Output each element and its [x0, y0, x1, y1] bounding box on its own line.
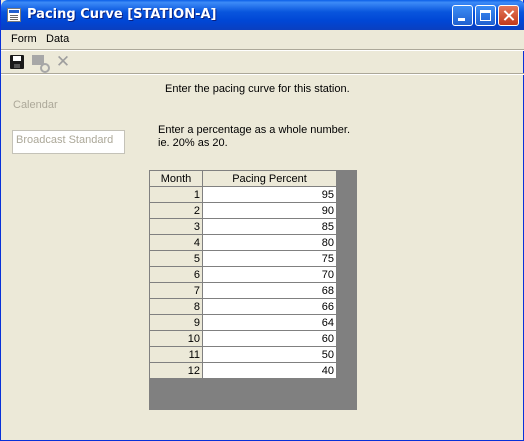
table-row: 9 64 [149, 314, 337, 331]
menu-form[interactable]: Form [11, 33, 37, 45]
pacing-percent-cell[interactable]: 85 [202, 218, 337, 235]
month-cell: 2 [149, 202, 203, 219]
menu-data[interactable]: Data [46, 33, 69, 45]
column-header-month[interactable]: Month [149, 170, 203, 187]
pacing-percent-cell[interactable]: 64 [202, 314, 337, 331]
table-row: 7 68 [149, 282, 337, 299]
pacing-percent-cell[interactable]: 70 [202, 266, 337, 283]
pacing-percent-cell[interactable]: 95 [202, 186, 337, 203]
table-header-row: Month Pacing Percent [149, 170, 337, 187]
format-hint-line1: Enter a percentage as a whole number. [158, 124, 351, 136]
pacing-percent-cell[interactable]: 50 [202, 346, 337, 363]
column-header-pacing-percent[interactable]: Pacing Percent [202, 170, 337, 187]
month-cell: 9 [149, 314, 203, 331]
table-row: 4 80 [149, 234, 337, 251]
edit-icon [32, 55, 50, 73]
table-row: 11 50 [149, 346, 337, 363]
title-bar[interactable]: Pacing Curve [STATION-A] [1, 0, 524, 30]
pacing-percent-cell[interactable]: 40 [202, 362, 337, 379]
pacing-percent-cell[interactable]: 60 [202, 330, 337, 347]
pacing-percent-cell[interactable]: 66 [202, 298, 337, 315]
table-row: 12 40 [149, 362, 337, 379]
table-row: 3 85 [149, 218, 337, 235]
window-title: Pacing Curve [STATION-A] [27, 7, 217, 22]
calendar-field[interactable]: Broadcast Standard [12, 130, 125, 154]
cancel-button[interactable]: ✕ [54, 52, 72, 71]
table-row: 1 95 [149, 186, 337, 203]
pacing-percent-cell[interactable]: 80 [202, 234, 337, 251]
pacing-percent-cell[interactable]: 75 [202, 250, 337, 267]
month-cell: 10 [149, 330, 203, 347]
table-row: 10 60 [149, 330, 337, 347]
minimize-button[interactable] [452, 5, 473, 26]
month-cell: 1 [149, 186, 203, 203]
table-row: 8 66 [149, 298, 337, 315]
month-cell: 7 [149, 282, 203, 299]
app-icon[interactable] [7, 8, 21, 22]
month-cell: 12 [149, 362, 203, 379]
close-button[interactable] [498, 5, 519, 26]
month-cell: 8 [149, 298, 203, 315]
pacing-grid[interactable]: Month Pacing Percent 1 95 2 90 3 85 4 80 5 75 6 70 7… [149, 170, 357, 410]
menu-bar: Form Data [1, 30, 524, 49]
cancel-icon: ✕ [55, 52, 71, 71]
instructions-label: Enter the pacing curve for this station. [165, 83, 350, 95]
pacing-percent-cell[interactable]: 90 [202, 202, 337, 219]
pacing-curve-window: Pacing Curve [STATION-A] Form Data ✕ Ent… [0, 0, 524, 441]
month-cell: 5 [149, 250, 203, 267]
save-icon [10, 55, 24, 69]
month-cell: 3 [149, 218, 203, 235]
pacing-table: Month Pacing Percent 1 95 2 90 3 85 4 80 5 75 6 70 7… [149, 170, 337, 379]
format-hint-line2: ie. 20% as 20. [158, 137, 228, 149]
table-row: 5 75 [149, 250, 337, 267]
toolbar-divider [1, 73, 524, 75]
month-cell: 4 [149, 234, 203, 251]
table-row: 6 70 [149, 266, 337, 283]
pacing-percent-cell[interactable]: 68 [202, 282, 337, 299]
edit-button[interactable] [31, 54, 50, 73]
table-row: 2 90 [149, 202, 337, 219]
save-button[interactable] [9, 54, 27, 70]
month-cell: 6 [149, 266, 203, 283]
month-cell: 11 [149, 346, 203, 363]
calendar-label: Calendar [13, 99, 58, 111]
toolbar: ✕ [1, 51, 524, 73]
maximize-button[interactable] [475, 5, 496, 26]
